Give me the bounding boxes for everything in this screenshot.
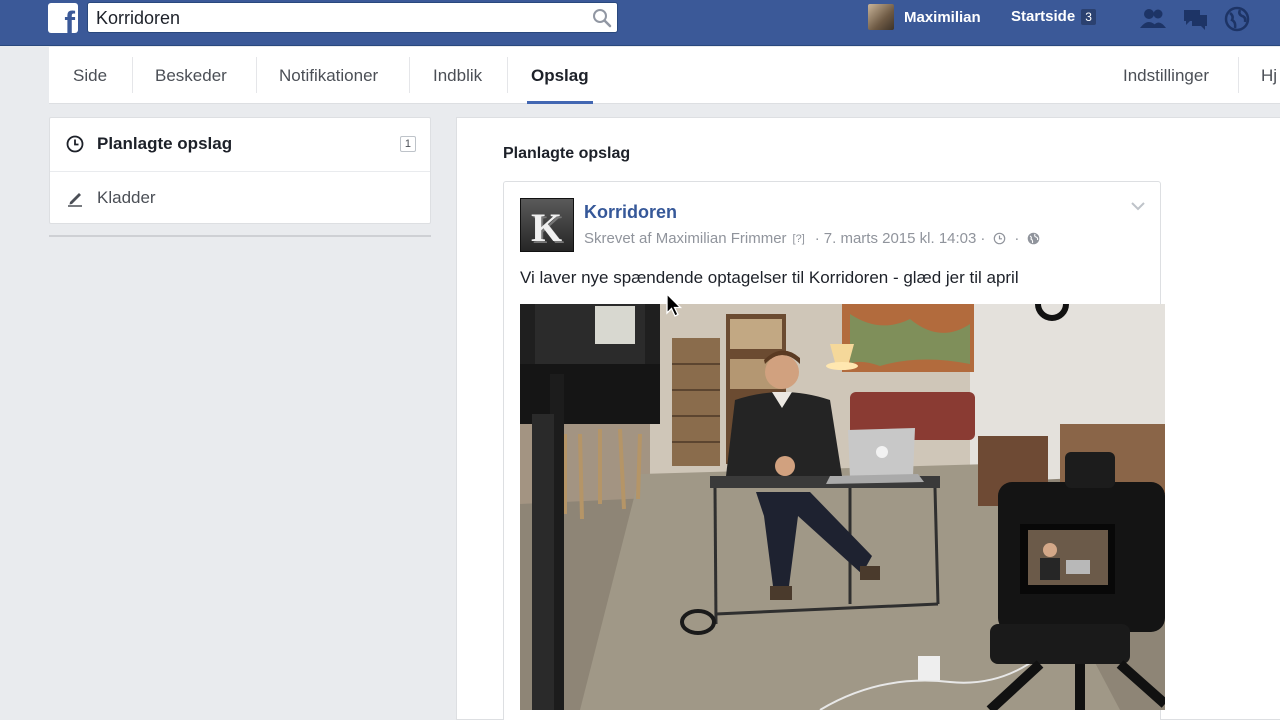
page-avatar[interactable]: K xyxy=(520,198,574,252)
search-box[interactable] xyxy=(87,2,618,33)
tab-opslag[interactable]: Opslag xyxy=(527,47,593,104)
section-title: Planlagte opslag xyxy=(503,145,631,162)
user-name: Maximilian xyxy=(904,8,981,26)
count-badge: 1 xyxy=(399,136,416,152)
tab-beskeder[interactable]: Beskeder xyxy=(155,47,227,104)
pencil-icon xyxy=(68,192,82,207)
tab-notifikationer[interactable]: Notifikationer xyxy=(279,47,378,104)
tab-separator xyxy=(409,57,410,93)
post-text: Vi laver nye spændende optagelser til Ko… xyxy=(520,268,1019,287)
sidebar-divider xyxy=(49,235,431,237)
sidebar-item-label: Kladder xyxy=(97,187,156,207)
scheduled-post: K Korridoren Skrevet af Maximilian Frimm… xyxy=(503,181,1165,720)
tab-indblik[interactable]: Indblik xyxy=(433,47,482,104)
meta-separator: · xyxy=(814,230,820,247)
tab-side[interactable]: Side xyxy=(73,47,107,104)
post-meta: Skrevet af Maximilian Frimmer [?] · 7. m… xyxy=(584,230,1044,247)
meta-separator: · xyxy=(980,230,986,247)
profile-link[interactable]: Maximilian xyxy=(868,4,981,30)
sidebar-item-label: Planlagte opslag xyxy=(97,134,233,153)
avatar xyxy=(868,4,894,30)
scheduled-posts-panel: Planlagte opslag K Korridoren Skrevet af… xyxy=(456,117,1280,720)
help-marker[interactable]: [?] xyxy=(793,233,805,245)
home-count-badge: 3 xyxy=(1081,8,1096,25)
tab-separator xyxy=(507,57,508,93)
post-photo[interactable] xyxy=(520,304,1165,710)
facebook-logo-icon[interactable]: f xyxy=(48,3,78,33)
tab-help[interactable]: Hj xyxy=(1261,47,1277,104)
tab-separator xyxy=(256,57,257,93)
posts-sidebar: Planlagte opslag 1 Kladder xyxy=(49,117,431,224)
home-label: Startside xyxy=(1011,8,1076,25)
meta-separator: · xyxy=(1014,230,1020,247)
search-input[interactable] xyxy=(96,6,576,30)
top-bar: f Maximilian Startside 3 xyxy=(0,0,1280,46)
page-tab-nav: Side Beskeder Notifikationer Indblik Ops… xyxy=(49,47,1280,104)
mouse-cursor-icon xyxy=(666,293,683,317)
page-name-link[interactable]: Korridoren xyxy=(584,202,677,223)
post-datetime[interactable]: 7. marts 2015 kl. 14:03 xyxy=(824,230,977,247)
post-author[interactable]: Skrevet af Maximilian Frimmer xyxy=(584,230,787,247)
tab-indstillinger[interactable]: Indstillinger xyxy=(1123,47,1209,104)
notifications-globe-icon[interactable] xyxy=(1223,6,1251,32)
sidebar-item-planlagte-opslag[interactable]: Planlagte opslag 1 xyxy=(50,118,430,170)
sidebar-item-kladder[interactable]: Kladder xyxy=(50,171,430,223)
globe-icon[interactable] xyxy=(1027,232,1040,245)
home-link[interactable]: Startside 3 xyxy=(1011,8,1096,25)
tab-separator xyxy=(1238,57,1239,93)
chevron-down-icon[interactable] xyxy=(1130,200,1146,212)
clock-icon xyxy=(994,232,1006,245)
search-icon[interactable] xyxy=(591,7,613,29)
tab-separator xyxy=(132,57,133,93)
clock-icon xyxy=(66,135,84,153)
friend-requests-icon[interactable] xyxy=(1139,6,1167,32)
messages-icon[interactable] xyxy=(1181,6,1209,32)
